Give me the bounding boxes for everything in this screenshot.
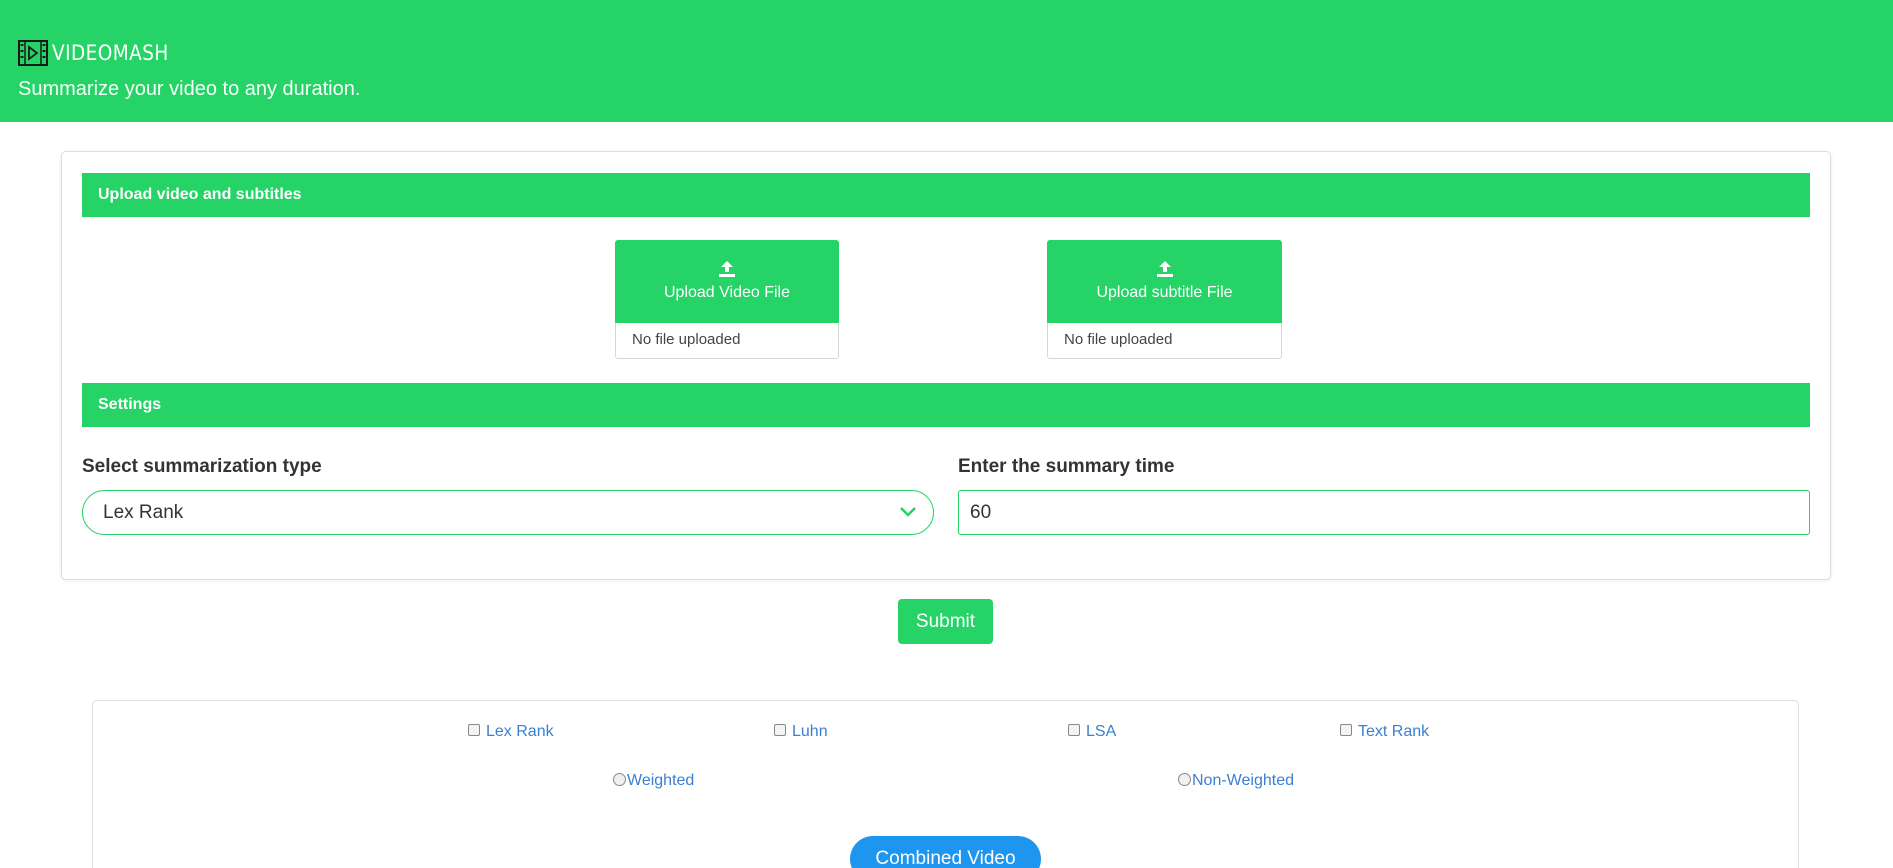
upload-icon — [719, 261, 735, 277]
film-play-icon — [18, 40, 48, 66]
summarization-type-label: Select summarization type — [82, 456, 322, 477]
checkbox-box[interactable] — [468, 724, 480, 736]
upload-subtitle-button[interactable]: Upload subtitle File — [1047, 240, 1282, 323]
summarization-type-select[interactable]: Lex Rank — [82, 490, 934, 535]
upload-icon — [1156, 261, 1173, 277]
brand[interactable]: VIDEOMASH — [18, 38, 185, 68]
settings-section-header: Settings — [82, 383, 1810, 427]
checkbox-text-rank[interactable]: Text Rank — [1340, 723, 1429, 741]
checkbox-label: Text Rank — [1358, 723, 1430, 740]
radio-dot[interactable] — [613, 773, 626, 786]
upload-subtitle-label: Upload subtitle File — [1096, 284, 1233, 301]
radio-dot[interactable] — [1178, 773, 1191, 786]
tagline: Summarize your video to any duration. — [18, 78, 361, 100]
checkbox-lex-rank[interactable]: Lex Rank — [468, 723, 554, 741]
video-upload-status: No file uploaded — [615, 323, 839, 359]
video-upload: Upload Video File No file uploaded — [615, 240, 839, 359]
summarization-type-value: Lex Rank — [103, 502, 184, 523]
summary-time-input[interactable] — [958, 490, 1810, 535]
subtitle-upload: Upload subtitle File No file uploaded — [1047, 240, 1282, 359]
combined-video-button[interactable]: Combined Video — [850, 836, 1041, 868]
brand-name: VIDEOMASH — [52, 41, 169, 65]
radio-weighted[interactable]: Weighted — [613, 772, 694, 790]
submit-button[interactable]: Submit — [898, 599, 993, 644]
checkbox-label: Luhn — [792, 723, 828, 740]
checkbox-label: Lex Rank — [486, 723, 554, 740]
checkbox-label: LSA — [1086, 723, 1117, 740]
radio-label: Weighted — [627, 772, 695, 789]
upload-video-button[interactable]: Upload Video File — [615, 240, 839, 323]
summary-time-label: Enter the summary time — [958, 456, 1175, 477]
checkbox-box[interactable] — [1068, 724, 1080, 736]
upload-section-header: Upload video and subtitles — [82, 173, 1810, 217]
subtitle-upload-status: No file uploaded — [1047, 323, 1282, 359]
checkbox-lsa[interactable]: LSA — [1068, 723, 1116, 741]
checkbox-box[interactable] — [774, 724, 786, 736]
radio-label: Non-Weighted — [1192, 772, 1294, 789]
radio-non-weighted[interactable]: Non-Weighted — [1178, 772, 1294, 790]
upload-video-label: Upload Video File — [663, 284, 790, 301]
checkbox-box[interactable] — [1340, 724, 1352, 736]
checkbox-luhn[interactable]: Luhn — [774, 723, 828, 741]
main-card: Upload video and subtitles Upload Video … — [61, 151, 1831, 580]
results-panel: Lex Rank Luhn LSA Text Rank Weighted Non… — [92, 700, 1799, 868]
app-header: VIDEOMASH Summarize your video to any du… — [0, 0, 1893, 122]
chevron-down-icon — [900, 507, 916, 517]
